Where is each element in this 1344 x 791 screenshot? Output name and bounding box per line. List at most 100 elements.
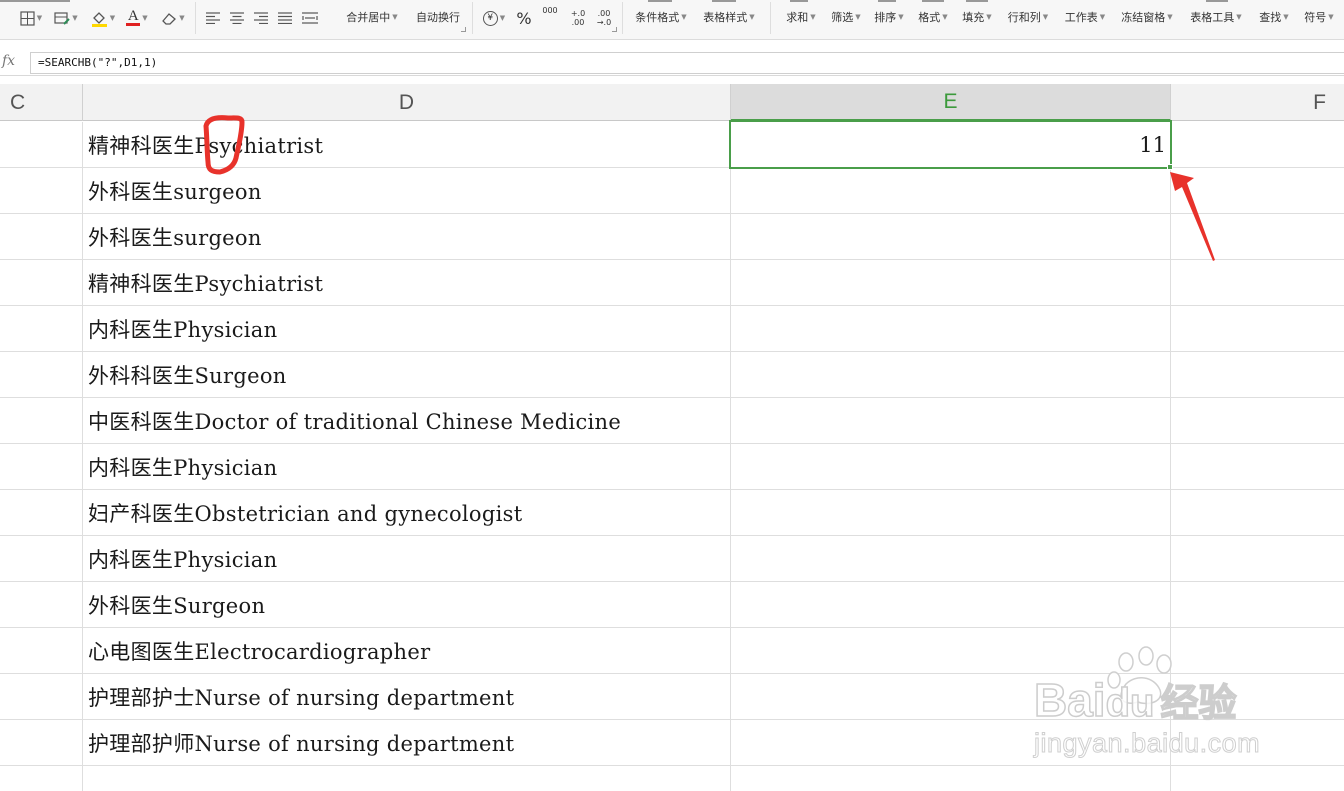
symbol-button[interactable]: 符号 ▼ [1298, 9, 1340, 25]
table-style-button[interactable]: 表格样式 ▼ [697, 9, 761, 25]
number-dialog-launcher[interactable] [612, 27, 617, 32]
cell-c[interactable] [0, 306, 83, 352]
cell-e[interactable] [731, 490, 1171, 536]
justify-button[interactable] [274, 0, 296, 36]
cell-d[interactable]: 妇产科医生Obstetrician and gynecologist [83, 490, 731, 536]
cell-f[interactable] [1171, 352, 1344, 398]
cell-c[interactable] [0, 628, 83, 674]
cell-e[interactable]: 11 [731, 122, 1171, 168]
cell-d[interactable]: 护理部护师Nurse of nursing department [83, 720, 731, 766]
cell-c[interactable] [0, 674, 83, 720]
cell-f[interactable] [1171, 490, 1344, 536]
cell-e[interactable] [731, 398, 1171, 444]
cell-d[interactable]: 外科医生surgeon [83, 168, 731, 214]
cell-f[interactable] [1171, 398, 1344, 444]
cell-e[interactable] [731, 582, 1171, 628]
ribbon-separator [770, 2, 771, 34]
format-button[interactable]: 格式 ▼ [913, 9, 953, 25]
cell-c[interactable] [0, 122, 83, 168]
cell-d[interactable]: 中医科医生Doctor of traditional Chinese Medic… [83, 398, 731, 444]
increase-decimal-button[interactable]: +.0 .00 [565, 0, 591, 36]
cell-c[interactable] [0, 444, 83, 490]
cell-d[interactable]: 外科科医生Surgeon [83, 352, 731, 398]
cell-f[interactable] [1171, 766, 1344, 791]
cell-f[interactable] [1171, 674, 1344, 720]
fill-button[interactable]: 填充 ▼ [957, 9, 997, 25]
cell-e[interactable] [731, 214, 1171, 260]
sort-button[interactable]: 排序 ▼ [869, 9, 909, 25]
cell-c[interactable] [0, 720, 83, 766]
column-header-d[interactable]: D [83, 84, 731, 121]
align-center-button[interactable] [226, 0, 248, 36]
table-tools-button[interactable]: 表格工具 ▼ [1185, 9, 1247, 25]
cell-d[interactable]: 精神科医生Psychiatrist [83, 122, 731, 168]
filter-button[interactable]: 筛选 ▼ [826, 9, 866, 25]
cell-e[interactable] [731, 306, 1171, 352]
cell-e[interactable] [731, 766, 1171, 791]
column-header-f[interactable]: F [1171, 84, 1344, 121]
cell-f[interactable] [1171, 628, 1344, 674]
column-header-e[interactable]: E [731, 84, 1171, 121]
freeze-panes-button[interactable]: 冻结窗格 ▼ [1116, 9, 1178, 25]
cell-d[interactable]: 外科医生Surgeon [83, 582, 731, 628]
align-left-button[interactable] [202, 0, 224, 36]
cell-f[interactable] [1171, 582, 1344, 628]
fill-color-button[interactable]: ▼ [88, 0, 118, 36]
cell-f[interactable] [1171, 168, 1344, 214]
fill-handle[interactable] [1167, 164, 1173, 170]
cell-d[interactable]: 护理部护士Nurse of nursing department [83, 674, 731, 720]
cell-e[interactable] [731, 260, 1171, 306]
wrap-text-button[interactable]: 自动换行 [410, 9, 466, 25]
column-header-c[interactable]: C [0, 84, 83, 121]
alignment-dialog-launcher[interactable] [461, 27, 466, 32]
conditional-format-button[interactable]: 条件格式 ▼ [630, 9, 692, 25]
sum-button[interactable]: 求和 ▼ [780, 9, 822, 25]
currency-format-button[interactable]: ¥ ▼ [478, 0, 510, 36]
watermark-url: jingyan.baidu.com [1033, 728, 1261, 759]
cell-c[interactable] [0, 536, 83, 582]
cell-c[interactable] [0, 490, 83, 536]
find-button[interactable]: 查找 ▼ [1253, 9, 1295, 25]
cell-f[interactable] [1171, 444, 1344, 490]
distributed-align-button[interactable] [298, 0, 322, 36]
cell-e[interactable] [731, 628, 1171, 674]
cell-d[interactable]: 内科医生Physician [83, 536, 731, 582]
cell-f[interactable] [1171, 214, 1344, 260]
cell-d[interactable]: 精神科医生Psychiatrist [83, 260, 731, 306]
chevron-down-icon: ▼ [986, 13, 992, 21]
cell-f[interactable] [1171, 122, 1344, 168]
cell-e[interactable] [731, 352, 1171, 398]
clear-format-button[interactable]: ▼ [158, 0, 188, 36]
cell-f[interactable] [1171, 306, 1344, 352]
chevron-down-icon: ▼ [179, 14, 185, 22]
cell-e[interactable] [731, 674, 1171, 720]
cell-e[interactable] [731, 536, 1171, 582]
cell-d[interactable]: 外科医生surgeon [83, 214, 731, 260]
cell-f[interactable] [1171, 260, 1344, 306]
thousands-separator-button[interactable]: 000 [538, 0, 562, 36]
borders-button[interactable]: ▼ [16, 0, 46, 36]
cell-e[interactable] [731, 444, 1171, 490]
cell-c[interactable] [0, 352, 83, 398]
font-color-button[interactable]: A ▼ [122, 0, 152, 36]
cell-d[interactable]: 内科医生Physician [83, 444, 731, 490]
cell-f[interactable] [1171, 536, 1344, 582]
cell-c[interactable] [0, 582, 83, 628]
cell-c[interactable] [0, 260, 83, 306]
function-icon[interactable]: fx [2, 53, 15, 69]
cell-d[interactable]: 心电图医生Electrocardiographer [83, 628, 731, 674]
merge-center-button[interactable]: 合并居中 ▼ [340, 9, 404, 25]
cell-c[interactable] [0, 766, 83, 791]
cell-c[interactable] [0, 168, 83, 214]
cell-d[interactable]: 内科医生Physician [83, 306, 731, 352]
percent-button[interactable]: % [512, 0, 536, 36]
cell-c[interactable] [0, 398, 83, 444]
rows-cols-button[interactable]: 行和列 ▼ [1003, 9, 1053, 25]
cell-c[interactable] [0, 214, 83, 260]
cell-style-button[interactable]: ▼ [51, 0, 81, 36]
cell-e[interactable] [731, 168, 1171, 214]
cell-d[interactable] [83, 766, 731, 791]
formula-input[interactable]: =SEARCHB("?",D1,1) [30, 52, 1344, 74]
align-right-button[interactable] [250, 0, 272, 36]
worksheet-button[interactable]: 工作表 ▼ [1060, 9, 1110, 25]
